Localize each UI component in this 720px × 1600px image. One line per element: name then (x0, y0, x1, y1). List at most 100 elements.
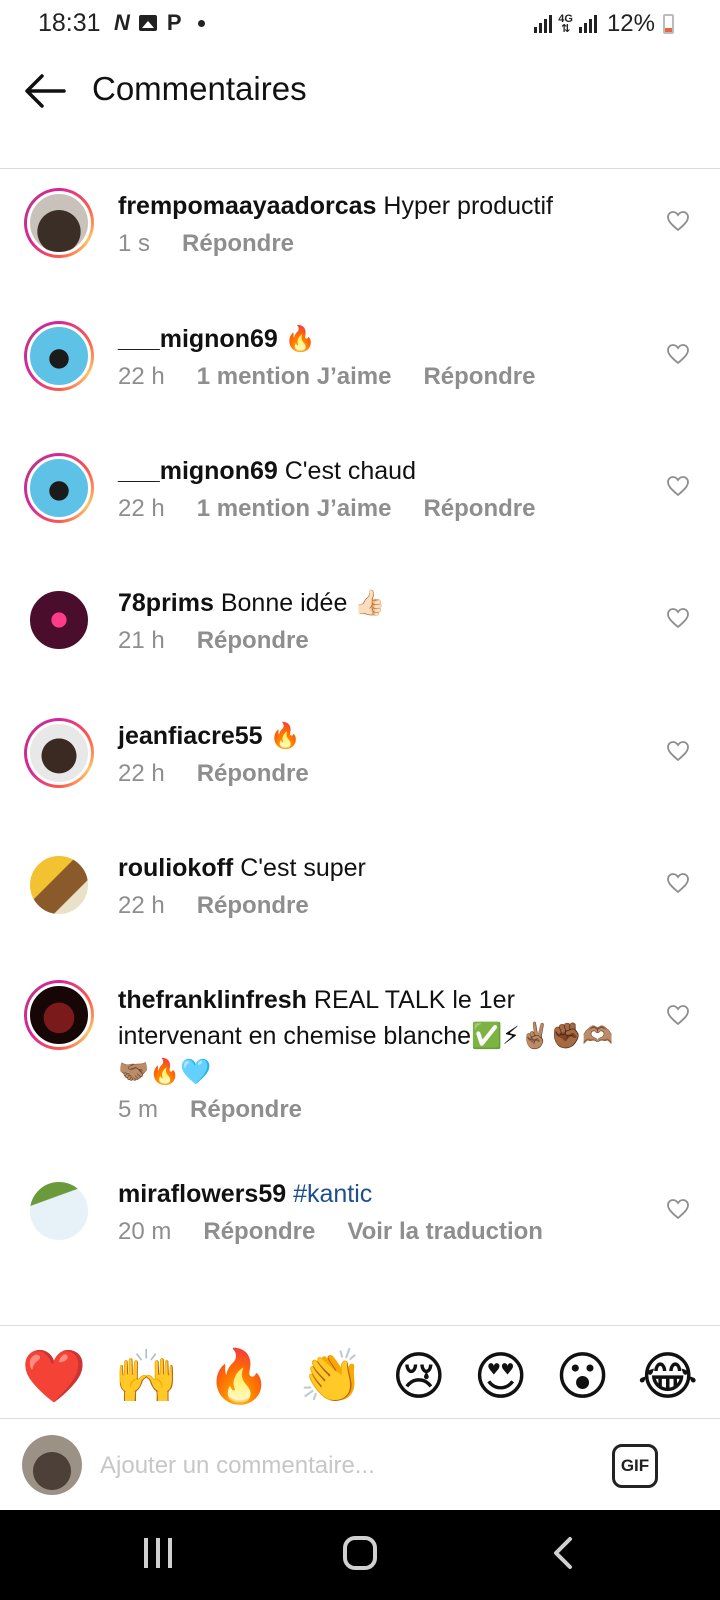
comment-message: 🔥 (284, 325, 316, 353)
emoji-reaction-button[interactable]: ❤️ (22, 1347, 87, 1407)
comment-username[interactable]: frempomaayaadorcas (118, 192, 376, 220)
comment-item[interactable]: thefranklinfresh REAL TALK le 1er interv… (0, 980, 720, 1150)
comment-username[interactable]: miraflowers59 (118, 1180, 286, 1208)
like-heart-icon[interactable] (666, 343, 690, 365)
comment-text: thefranklinfresh REAL TALK le 1er interv… (118, 982, 638, 1090)
emoji-reaction-button[interactable]: 🙌 (114, 1347, 179, 1407)
emoji-reaction-button[interactable]: 😢 (392, 1347, 446, 1407)
avatar-image (27, 853, 91, 917)
avatar-image (27, 1179, 91, 1243)
status-bar: 18:31 N P 4G ⇅ 12% (0, 0, 720, 44)
divider (0, 1418, 720, 1419)
comment-item[interactable]: frempomaayaadorcas Hyper productif 1 s Rép… (0, 188, 720, 284)
header: Commentaires (0, 52, 720, 132)
comment-text: rouliokoff C'est super (118, 850, 638, 886)
comment-time: 5 m (118, 1096, 159, 1123)
like-heart-icon[interactable] (666, 475, 690, 497)
avatar (22, 1435, 82, 1495)
signal-icon (534, 15, 553, 33)
comment-time: 1 s (118, 230, 151, 257)
comment-composer: GIF (0, 1420, 720, 1508)
avatar[interactable] (24, 980, 94, 1050)
avatar[interactable] (24, 453, 94, 523)
avatar[interactable] (24, 718, 94, 788)
comment-message: C'est chaud (284, 457, 416, 485)
emoji-reaction-button[interactable]: 😍 (474, 1347, 528, 1407)
likes-count-link[interactable]: 1 mention J’aime (197, 363, 392, 391)
like-heart-icon[interactable] (666, 1198, 690, 1220)
more-notifications-dot-icon (197, 19, 205, 27)
comment-text: ___mignon69 C'est chaud (118, 453, 638, 489)
avatar-image (27, 983, 91, 1047)
p-app-notification-icon: P (166, 10, 182, 35)
comment-input[interactable] (100, 1448, 570, 1484)
comment-text: miraflowers59 #kantic (118, 1176, 638, 1212)
comment-meta: 22 h 1 mention J’aime Répondre (118, 495, 535, 523)
comment-username[interactable]: thefranklinfresh (118, 986, 307, 1014)
recent-apps-icon[interactable] (144, 1538, 172, 1568)
comment-username[interactable]: 78prims (118, 589, 214, 617)
emoji-reaction-button[interactable]: 🔥 (207, 1347, 272, 1407)
comment-item[interactable]: rouliokoff C'est super 22 h Répondre (0, 850, 720, 946)
notification-icons: N P (114, 10, 205, 36)
reply-button[interactable]: Répondre (423, 495, 535, 523)
likes-count-link[interactable]: 1 mention J’aime (197, 495, 392, 523)
comment-message: Hyper productif (383, 192, 553, 220)
comment-time: 21 h (118, 627, 165, 654)
comment-text: jeanfiacre55 🔥 (118, 718, 638, 754)
emoji-reaction-button[interactable]: 😂 (637, 1347, 698, 1407)
like-heart-icon[interactable] (666, 210, 690, 232)
avatar-image (27, 721, 91, 785)
network-activity-arrows: ⇅ (561, 23, 571, 35)
like-heart-icon[interactable] (666, 607, 690, 629)
comment-item[interactable]: miraflowers59 #kantic 20 m Répondre Voir la… (0, 1176, 720, 1272)
avatar-image (27, 588, 91, 652)
home-icon[interactable] (343, 1536, 377, 1570)
comment-text: frempomaayaadorcas Hyper productif (118, 188, 638, 224)
reply-button[interactable]: Répondre (423, 363, 535, 391)
emoji-reaction-button[interactable]: 😮 (555, 1347, 609, 1407)
reply-button[interactable]: Répondre (190, 1096, 302, 1124)
avatar[interactable] (24, 321, 94, 391)
comment-item[interactable]: ___mignon69 C'est chaud 22 h 1 mention J’a… (0, 453, 720, 549)
emoji-reaction-button[interactable]: 👏 (299, 1347, 364, 1407)
reply-button[interactable]: Répondre (182, 230, 294, 258)
comment-item[interactable]: 78prims Bonne idée 👍🏻 21 h Répondre (0, 585, 720, 681)
avatar[interactable] (24, 850, 94, 920)
gallery-notification-icon (138, 15, 157, 31)
comment-username[interactable]: ___mignon69 (118, 325, 278, 353)
gif-button[interactable]: GIF (612, 1444, 658, 1488)
avatar[interactable] (24, 585, 94, 655)
reply-button[interactable]: Répondre (203, 1218, 315, 1246)
header-divider (0, 168, 720, 169)
reply-button[interactable]: Répondre (197, 627, 309, 655)
comment-time: 22 h (118, 760, 165, 787)
comment-meta: 21 h Répondre (118, 627, 309, 655)
like-heart-icon[interactable] (666, 740, 690, 762)
comment-meta: 5 m Répondre (118, 1096, 302, 1124)
comment-username[interactable]: jeanfiacre55 (118, 722, 263, 750)
avatar-image (27, 324, 91, 388)
reply-button[interactable]: Répondre (197, 760, 309, 788)
comment-meta: 22 h Répondre (118, 760, 309, 788)
avatar[interactable] (24, 1176, 94, 1246)
like-heart-icon[interactable] (666, 872, 690, 894)
emoji-reaction-bar: ❤️ 🙌 🔥 👏 😢 😍 😮 😂 (0, 1337, 720, 1417)
system-nav-bar (0, 1510, 720, 1600)
reply-button[interactable]: Répondre (197, 892, 309, 920)
see-translation-button[interactable]: Voir la traduction (347, 1218, 543, 1246)
comment-message: Bonne idée 👍🏻 (220, 589, 386, 617)
hashtag-link[interactable]: #kantic (293, 1180, 372, 1208)
avatar[interactable] (24, 188, 94, 258)
arrow-left-icon[interactable] (22, 68, 68, 114)
comment-item[interactable]: ___mignon69 🔥 22 h 1 mention J’aime Répondr… (0, 321, 720, 417)
network-type-icon: 4G ⇅ (558, 14, 573, 35)
comment-message: C'est super (240, 854, 366, 882)
signal-icon-2 (578, 15, 597, 33)
comment-item[interactable]: jeanfiacre55 🔥 22 h Répondre (0, 718, 720, 814)
back-icon[interactable] (550, 1536, 576, 1570)
battery-icon (663, 14, 674, 34)
comment-username[interactable]: ___mignon69 (118, 457, 278, 485)
comment-username[interactable]: rouliokoff (118, 854, 233, 882)
like-heart-icon[interactable] (666, 1004, 690, 1026)
